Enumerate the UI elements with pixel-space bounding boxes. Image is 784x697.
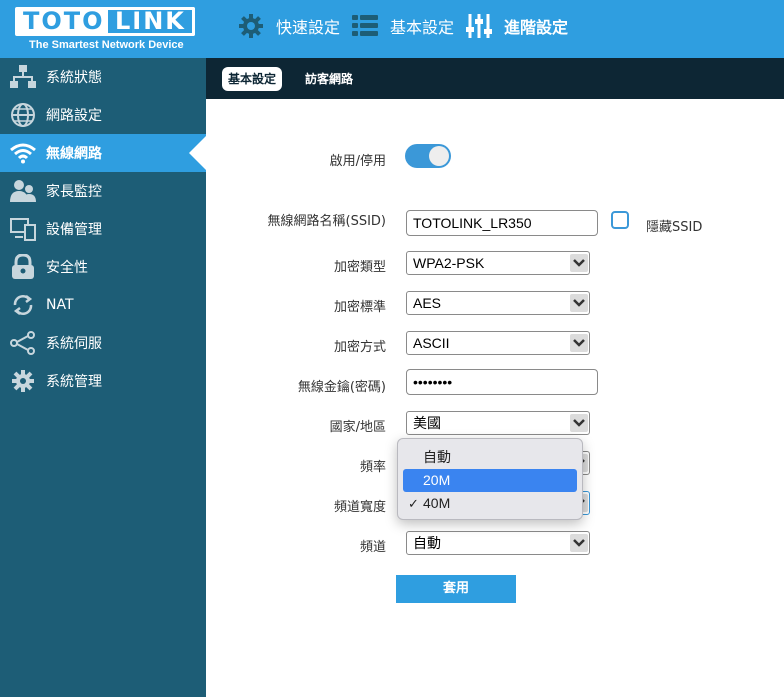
devices-icon: [0, 217, 46, 241]
wireless-key-label: 無線金鑰(密碼): [297, 380, 386, 395]
country-label: 國家/地區: [329, 420, 386, 435]
sidebar-item-label: 系統伺服: [46, 336, 102, 352]
channel-value: 自動: [413, 535, 441, 551]
bandwidth-label: 頻道寬度: [333, 500, 386, 515]
top-bar: TOTO LINK The Smartest Network Device 快速…: [0, 0, 784, 58]
nat-icon: [0, 293, 46, 317]
ssid-input[interactable]: TOTOLINK_LR350: [406, 210, 598, 236]
encryption-type-value: WPA2-PSK: [413, 255, 485, 271]
dropdown-option-label: 40M: [423, 495, 451, 511]
nav-quick-setup[interactable]: 快速設定: [238, 12, 340, 40]
dropdown-option-label: 自動: [423, 449, 451, 465]
dropdown-option-auto[interactable]: 自動: [403, 446, 577, 469]
encryption-method-label: 加密方式: [333, 340, 386, 355]
sidebar-item-label: 家長監控: [46, 184, 102, 200]
country-select[interactable]: 美國: [406, 411, 590, 435]
gear-icon: [0, 369, 46, 393]
sidebar-item-security[interactable]: 安全性: [0, 248, 206, 286]
sidebar-item-network-settings[interactable]: 網路設定: [0, 96, 206, 134]
chevron-down-icon: [570, 254, 588, 272]
toggle-knob: [429, 146, 449, 166]
sidebar-item-label: 網路設定: [46, 108, 102, 124]
ssid-label: 無線網路名稱(SSID): [267, 214, 387, 229]
encryption-standard-value: AES: [413, 295, 442, 311]
chevron-down-icon: [570, 414, 588, 432]
sidebar-item-system-status[interactable]: 系統狀態: [0, 58, 206, 96]
sidebar-item-wireless[interactable]: 無線網路: [0, 134, 206, 172]
sidebar-item-label: 安全性: [46, 260, 88, 276]
dropdown-option-20m[interactable]: 20M: [403, 469, 577, 492]
encryption-method-value: ASCII: [413, 335, 450, 351]
nav-basic-settings-label: 基本設定: [390, 18, 455, 37]
gear-icon: [239, 14, 263, 38]
chevron-down-icon: [570, 294, 588, 312]
list-icon: [352, 15, 378, 36]
network-status-icon: [0, 65, 46, 89]
sidebar-item-parental-control[interactable]: 家長監控: [0, 172, 206, 210]
country-value: 美國: [413, 415, 441, 431]
wireless-key-input[interactable]: ••••••••: [406, 369, 598, 395]
wifi-icon: [0, 142, 46, 164]
sidebar-item-label: NAT: [46, 297, 74, 313]
sidebar-item-nat[interactable]: NAT: [0, 286, 206, 324]
sidebar-item-system-service[interactable]: 系統伺服: [0, 324, 206, 362]
sidebar-item-label: 系統管理: [46, 374, 102, 390]
enable-label: 啟用/停用: [329, 154, 386, 169]
tab-guest-network[interactable]: 訪客網路: [299, 67, 359, 91]
dropdown-option-40m[interactable]: ✓ 40M: [403, 492, 577, 515]
sidebar-item-system-management[interactable]: 系統管理: [0, 362, 206, 400]
sidebar-item-device-management[interactable]: 設備管理: [0, 210, 206, 248]
encryption-method-select[interactable]: ASCII: [406, 331, 590, 355]
nav-advanced-settings[interactable]: 進階設定: [466, 12, 568, 40]
sliders-icon: [466, 14, 492, 38]
nav-basic-settings[interactable]: 基本設定: [352, 12, 454, 40]
chevron-down-icon: [570, 334, 588, 352]
logo-tagline: The Smartest Network Device: [29, 39, 184, 51]
share-icon: [0, 331, 46, 355]
encryption-type-label: 加密類型: [333, 260, 386, 275]
lock-icon: [0, 254, 46, 280]
tab-basic-settings[interactable]: 基本設定: [222, 67, 283, 91]
sidebar-item-label: 無線網路: [46, 146, 102, 162]
checkmark-icon: ✓: [408, 496, 419, 511]
hide-ssid-checkbox[interactable]: [611, 211, 629, 229]
dropdown-option-label: 20M: [423, 472, 451, 488]
encryption-standard-select[interactable]: AES: [406, 291, 590, 315]
sub-navigation: 基本設定 訪客網路: [206, 58, 784, 99]
encryption-type-select[interactable]: WPA2-PSK: [406, 251, 590, 275]
parental-control-icon: [0, 179, 46, 203]
globe-icon: [0, 102, 46, 128]
hide-ssid-label: 隱藏SSID: [646, 220, 703, 235]
enable-toggle[interactable]: [405, 144, 451, 168]
nav-quick-setup-label: 快速設定: [276, 18, 341, 37]
logo-word-toto: TOTO: [23, 7, 105, 35]
sidebar-item-label: 設備管理: [46, 222, 102, 238]
totolink-logo[interactable]: TOTO LINK The Smartest Network Device: [15, 7, 195, 53]
nav-advanced-settings-label: 進階設定: [504, 18, 569, 37]
channel-select[interactable]: 自動: [406, 531, 590, 555]
sidebar: 系統狀態 網路設定 無線網路 家長監控 設備管理 安全性 NAT 系統伺服 系統…: [0, 58, 206, 697]
sidebar-item-label: 系統狀態: [46, 70, 102, 86]
channel-label: 頻道: [359, 540, 386, 555]
frequency-label: 頻率: [359, 460, 386, 475]
chevron-down-icon: [570, 534, 588, 552]
encryption-standard-label: 加密標準: [333, 300, 386, 315]
apply-button[interactable]: 套用: [396, 575, 516, 603]
bandwidth-dropdown-menu: 自動 20M ✓ 40M: [397, 438, 583, 520]
logo-word-link: LINK: [115, 7, 186, 35]
